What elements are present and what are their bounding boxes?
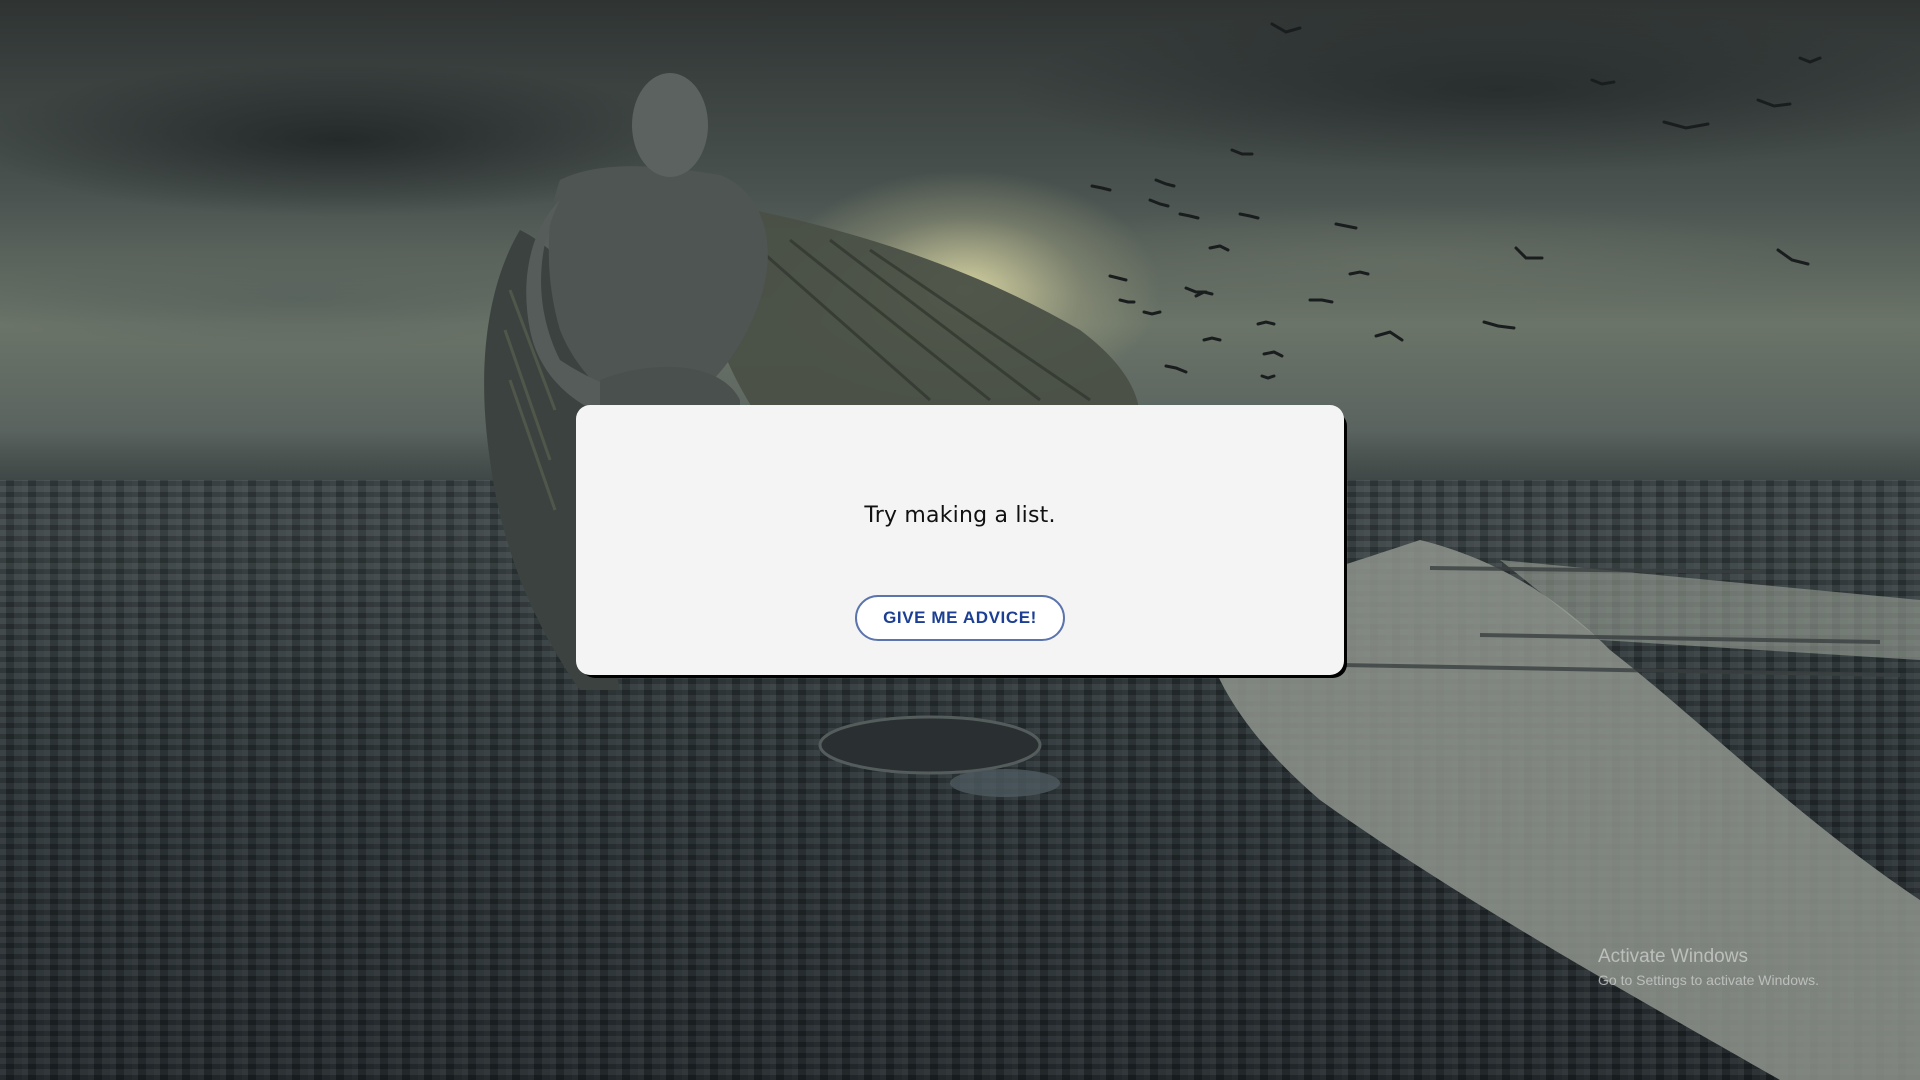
give-me-advice-button[interactable]: GIVE ME ADVICE! [855, 595, 1065, 641]
advice-text: Try making a list. [864, 503, 1056, 528]
watermark-subtitle: Go to Settings to activate Windows. [1598, 972, 1819, 988]
advice-card: Try making a list. GIVE ME ADVICE! [576, 405, 1344, 675]
sky-clouds [0, 0, 1920, 420]
windows-activation-watermark: Activate Windows Go to Settings to activ… [1598, 946, 1819, 988]
background-photo: Try making a list. GIVE ME ADVICE! Activ… [0, 0, 1920, 1080]
watermark-title: Activate Windows [1598, 946, 1748, 967]
